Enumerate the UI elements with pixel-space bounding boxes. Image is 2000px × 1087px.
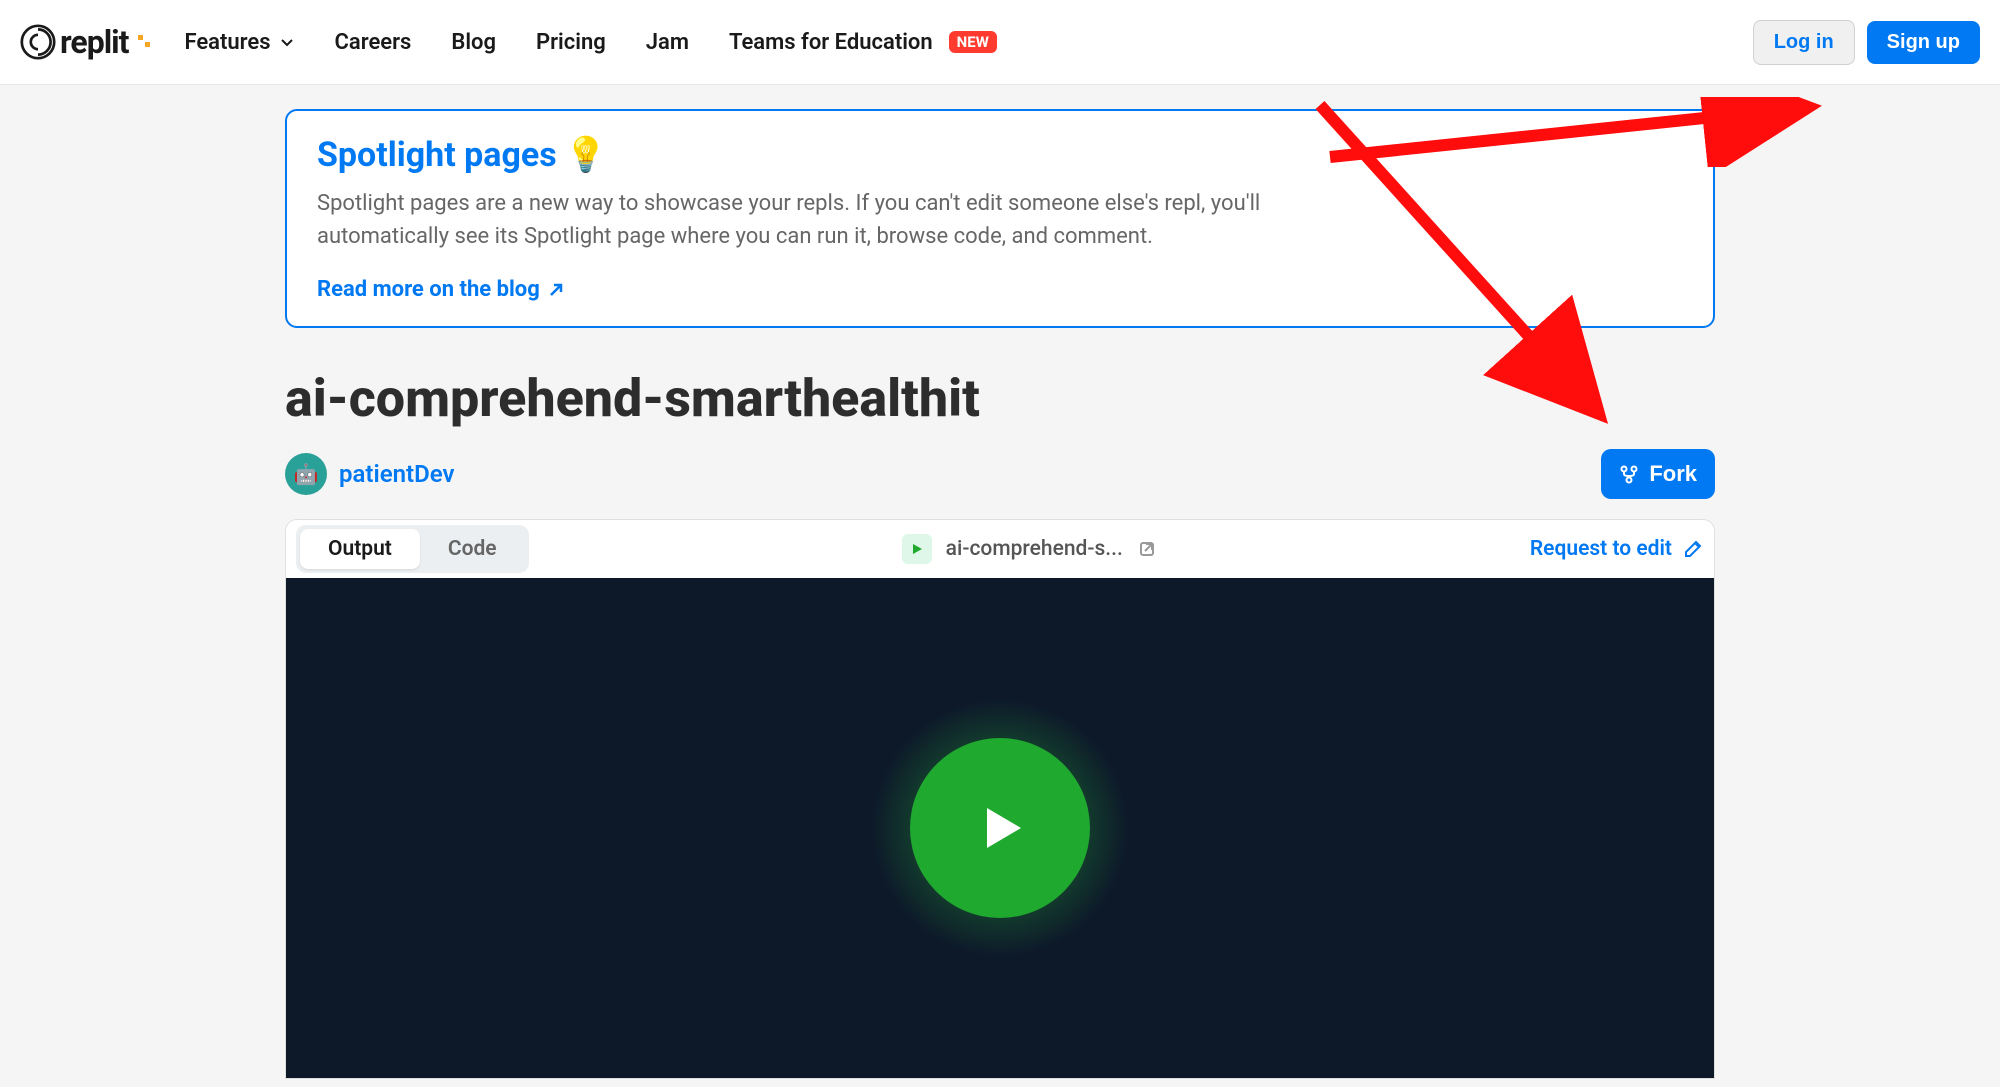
run-small-button[interactable]	[902, 534, 932, 564]
avatar: 🤖	[285, 453, 327, 495]
avatar-emoji: 🤖	[294, 462, 319, 486]
logo[interactable]: replit	[20, 23, 154, 61]
play-icon	[965, 793, 1035, 863]
banner-title-text: Spotlight pages	[317, 135, 557, 175]
banner-link-text: Read more on the blog	[317, 277, 540, 302]
request-edit-link[interactable]: Request to edit	[1530, 537, 1704, 561]
fork-button-label: Fork	[1649, 461, 1697, 487]
tab-code[interactable]: Code	[420, 529, 525, 569]
play-icon	[910, 542, 924, 556]
nav-features[interactable]: Features	[184, 30, 294, 55]
run-button[interactable]	[910, 738, 1090, 918]
logo-dots-icon	[136, 33, 154, 51]
header-actions: Log in Sign up	[1753, 20, 1980, 65]
play-big-wrap	[910, 738, 1090, 918]
pencil-icon	[1682, 538, 1704, 560]
open-external-icon[interactable]	[1137, 539, 1157, 559]
nav-teams-label: Teams for Education	[729, 30, 933, 55]
new-badge: NEW	[949, 31, 997, 53]
request-edit-label: Request to edit	[1530, 537, 1672, 561]
signup-button[interactable]: Sign up	[1867, 21, 1980, 64]
nav-features-label: Features	[184, 30, 270, 55]
fork-button[interactable]: Fork	[1601, 449, 1715, 499]
author-link[interactable]: 🤖 patientDev	[285, 453, 455, 495]
banner-read-more-link[interactable]: Read more on the blog	[317, 277, 1683, 302]
lightbulb-icon: 💡	[565, 135, 607, 175]
tab-output[interactable]: Output	[300, 529, 420, 569]
output-area	[286, 578, 1714, 1078]
main-container: Spotlight pages 💡 Spotlight pages are a …	[285, 85, 1715, 1079]
external-link-icon	[546, 280, 566, 300]
spotlight-banner: Spotlight pages 💡 Spotlight pages are a …	[285, 109, 1715, 328]
chevron-down-icon	[279, 34, 295, 50]
repl-panel: Output Code ai-comprehend-s... Request t…	[285, 519, 1715, 1079]
login-button[interactable]: Log in	[1753, 20, 1855, 65]
repl-meta-row: 🤖 patientDev Fork	[285, 449, 1715, 499]
nav-pricing[interactable]: Pricing	[536, 30, 606, 55]
logo-text: replit	[60, 23, 128, 61]
panel-file-info: ai-comprehend-s...	[902, 534, 1157, 564]
nav-jam[interactable]: Jam	[646, 30, 689, 55]
main-nav: Features Careers Blog Pricing Jam Teams …	[184, 30, 996, 55]
nav-blog[interactable]: Blog	[451, 30, 496, 55]
main-header: replit Features Careers Blog Pricing Jam…	[0, 0, 2000, 85]
file-name: ai-comprehend-s...	[946, 537, 1123, 561]
replit-logo-icon	[20, 24, 56, 60]
author-name: patientDev	[339, 460, 455, 488]
fork-icon	[1619, 464, 1639, 484]
panel-header: Output Code ai-comprehend-s... Request t…	[286, 520, 1714, 578]
panel-tabs: Output Code	[296, 525, 529, 573]
nav-teams[interactable]: Teams for Education NEW	[729, 30, 997, 55]
nav-careers[interactable]: Careers	[335, 30, 412, 55]
banner-title: Spotlight pages 💡	[317, 135, 1683, 175]
banner-description: Spotlight pages are a new way to showcas…	[317, 187, 1357, 253]
repl-title: ai-comprehend-smarthealthit	[285, 368, 1715, 429]
